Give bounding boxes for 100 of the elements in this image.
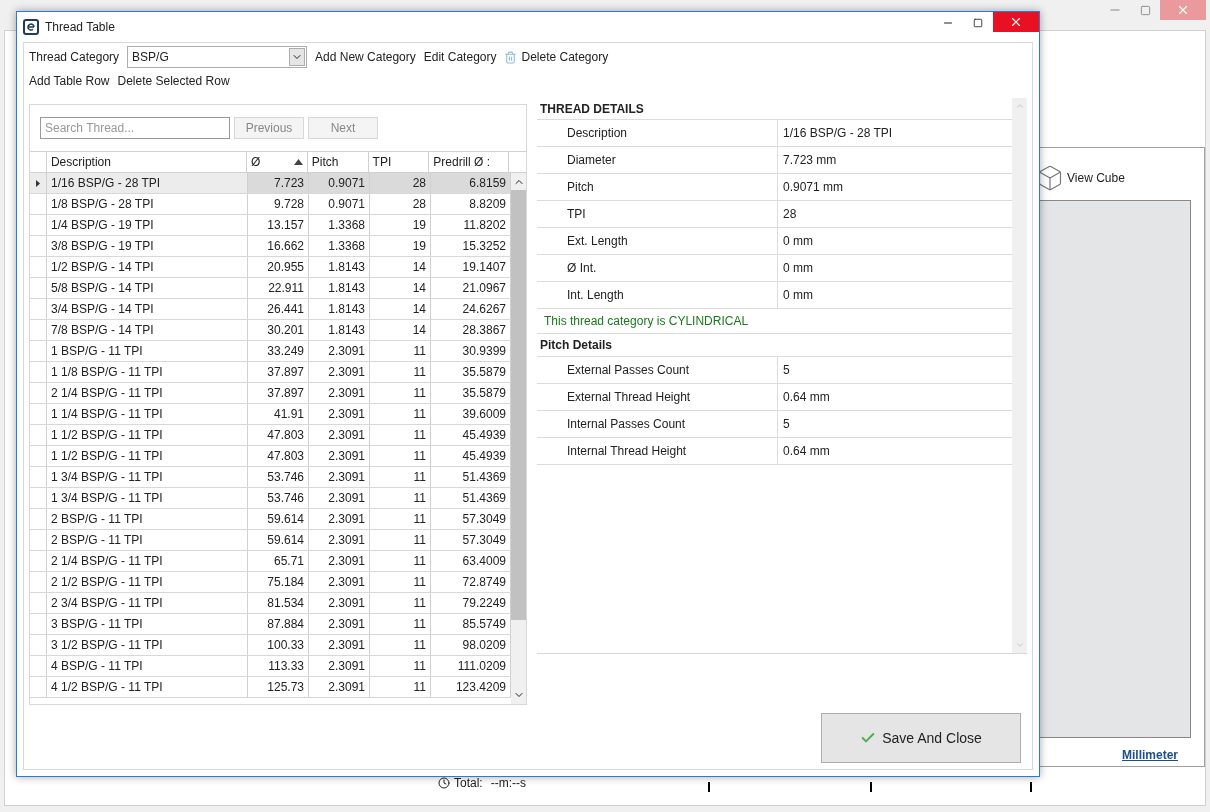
table-cell: 19 xyxy=(370,215,431,235)
table-row[interactable]: 2 1/2 BSP/G - 11 TPI 75.184 2.3091 11 72.8749 xyxy=(30,572,511,593)
table-cell: 13.157 xyxy=(248,215,309,235)
table-row[interactable]: 7/8 BSP/G - 14 TPI 30.201 1.8143 14 28.3867 xyxy=(30,320,511,341)
property-label: Int. Length xyxy=(537,282,778,308)
table-row[interactable]: 4 1/2 BSP/G - 11 TPI 125.73 2.3091 11 123.4209 xyxy=(30,677,511,698)
table-cell: 2.3091 xyxy=(309,383,370,403)
table-cell: 2.3091 xyxy=(309,425,370,445)
table-cell: 2 1/2 BSP/G - 11 TPI xyxy=(47,572,248,592)
search-field[interactable]: Search Thread... xyxy=(40,117,230,139)
table-row[interactable]: 2 1/4 BSP/G - 11 TPI 37.897 2.3091 11 35.5879 xyxy=(30,383,511,404)
category-dropdown[interactable]: BSP/G xyxy=(127,46,308,68)
table-row[interactable]: 1 1/2 BSP/G - 11 TPI 47.803 2.3091 11 45.4939 xyxy=(30,446,511,467)
vertical-scrollbar[interactable] xyxy=(511,173,526,704)
table-row[interactable]: 1 3/4 BSP/G - 11 TPI 53.746 2.3091 11 51.4369 xyxy=(30,467,511,488)
table-row[interactable]: 1/2 BSP/G - 14 TPI 20.955 1.8143 14 19.1407 xyxy=(30,257,511,278)
table-cell: 28 xyxy=(370,173,431,193)
table-cell: 59.614 xyxy=(248,530,309,550)
table-cell: 11 xyxy=(370,530,431,550)
table-cell: 2.3091 xyxy=(309,551,370,571)
window-title: Thread Table xyxy=(45,19,115,36)
table-cell: 1.8143 xyxy=(309,299,370,319)
table-row[interactable]: 1 BSP/G - 11 TPI 33.249 2.3091 11 30.9399 xyxy=(30,341,511,362)
delete-row-button[interactable]: Delete Selected Row xyxy=(117,72,230,90)
table-cell: 7.723 xyxy=(248,173,309,193)
column-header[interactable]: TPI xyxy=(368,152,430,172)
table-cell: 11 xyxy=(370,425,431,445)
property-value: 0.64 mm xyxy=(782,389,831,406)
table-cell: 11 xyxy=(370,467,431,487)
table-cell: 2.3091 xyxy=(309,404,370,424)
table-cell: 59.614 xyxy=(248,509,309,529)
tick-mark xyxy=(708,782,710,792)
table-cell: 2.3091 xyxy=(309,635,370,655)
tick-mark xyxy=(1030,782,1032,792)
table-cell: 1 BSP/G - 11 TPI xyxy=(47,341,248,361)
table-cell: 125.73 xyxy=(248,677,309,697)
column-header[interactable]: Description xyxy=(46,152,248,172)
table-row[interactable]: 3 1/2 BSP/G - 11 TPI 100.33 2.3091 11 98.0209 xyxy=(30,635,511,656)
table-cell: 11 xyxy=(370,551,431,571)
table-cell: 2 BSP/G - 11 TPI xyxy=(47,509,248,529)
maximize-icon xyxy=(973,18,983,28)
table-cell: 1.3368 xyxy=(309,215,370,235)
table-cell: 2.3091 xyxy=(309,572,370,592)
column-header[interactable]: Ø xyxy=(247,152,308,172)
table-row[interactable]: 1/4 BSP/G - 19 TPI 13.157 1.3368 19 11.8202 xyxy=(30,215,511,236)
save-and-close-button[interactable]: Save And Close xyxy=(821,713,1021,763)
table-cell: 2.3091 xyxy=(309,488,370,508)
vertical-scrollbar[interactable] xyxy=(1012,98,1027,653)
unit-link[interactable]: Millimeter xyxy=(1122,746,1178,764)
table-row[interactable]: 2 BSP/G - 11 TPI 59.614 2.3091 11 57.3049 xyxy=(30,530,511,551)
category-label: Thread Category xyxy=(29,49,120,66)
property-label: Pitch xyxy=(537,174,778,200)
table-row[interactable]: 3/4 BSP/G - 14 TPI 26.441 1.8143 14 24.6267 xyxy=(30,299,511,320)
table-cell: 1/8 BSP/G - 28 TPI xyxy=(47,194,248,214)
table-cell: 1.8143 xyxy=(309,278,370,298)
add-category-button[interactable]: Add New Category xyxy=(315,48,416,66)
app-logo-icon xyxy=(23,19,39,35)
column-header[interactable]: Pitch xyxy=(307,152,369,172)
table-row[interactable]: 4 BSP/G - 11 TPI 113.33 2.3091 11 111.0209 xyxy=(30,656,511,677)
table-cell: 11 xyxy=(370,635,431,655)
property-value: 0 mm xyxy=(782,233,814,250)
table-row[interactable]: 1 1/2 BSP/G - 11 TPI 47.803 2.3091 11 45.4939 xyxy=(30,425,511,446)
table-row[interactable]: 2 3/4 BSP/G - 11 TPI 81.534 2.3091 11 79.2249 xyxy=(30,593,511,614)
table-cell: 26.441 xyxy=(248,299,309,319)
edit-category-button[interactable]: Edit Category xyxy=(423,48,497,66)
row-pointer-icon xyxy=(36,179,40,187)
close-button[interactable] xyxy=(1160,0,1206,20)
table-cell: 2.3091 xyxy=(309,530,370,550)
table-cell: 11 xyxy=(370,509,431,529)
add-row-button[interactable]: Add Table Row xyxy=(29,72,110,90)
table-cell: 2.3091 xyxy=(309,614,370,634)
table-cell: 11 xyxy=(370,656,431,676)
column-header[interactable]: Predrill Ø : xyxy=(429,152,509,172)
table-cell: 33.249 xyxy=(248,341,309,361)
delete-category-button[interactable]: Delete Category xyxy=(521,48,609,66)
table-row[interactable]: 5/8 BSP/G - 14 TPI 22.911 1.8143 14 21.0967 xyxy=(30,278,511,299)
table-cell: 2.3091 xyxy=(309,656,370,676)
table-row[interactable]: 1/8 BSP/G - 28 TPI 9.728 0.9071 28 8.8209 xyxy=(30,194,511,215)
view-cube-label[interactable]: View Cube xyxy=(1067,169,1125,187)
table-cell: 53.746 xyxy=(248,488,309,508)
table-cell: 11 xyxy=(370,362,431,382)
table-row[interactable]: 1 1/4 BSP/G - 11 TPI 41.91 2.3091 11 39.6009 xyxy=(30,404,511,425)
table-cell: 11 xyxy=(370,488,431,508)
table-row[interactable]: 2 BSP/G - 11 TPI 59.614 2.3091 11 57.3049 xyxy=(30,509,511,530)
property-value: 0.64 mm xyxy=(782,443,831,460)
table-cell: 2.3091 xyxy=(309,467,370,487)
table-cell: 2.3091 xyxy=(309,677,370,697)
table-row[interactable]: 3 BSP/G - 11 TPI 87.884 2.3091 11 85.5749 xyxy=(30,614,511,635)
table-cell: 1 1/8 BSP/G - 11 TPI xyxy=(47,362,248,382)
table-cell: 0.9071 xyxy=(309,173,370,193)
table-row[interactable]: 2 1/4 BSP/G - 11 TPI 65.71 2.3091 11 63.4009 xyxy=(30,551,511,572)
table-cell: 20.955 xyxy=(248,257,309,277)
scroll-thumb[interactable] xyxy=(511,190,526,620)
table-row[interactable]: 1/16 BSP/G - 28 TPI 7.723 0.9071 28 6.8159 xyxy=(30,173,511,194)
table-row[interactable]: 3/8 BSP/G - 19 TPI 16.662 1.3368 19 15.3252 xyxy=(30,236,511,257)
table-row[interactable]: 1 3/4 BSP/G - 11 TPI 53.746 2.3091 11 51.4369 xyxy=(30,488,511,509)
property-label: Description xyxy=(537,120,778,146)
table-cell: 22.911 xyxy=(248,278,309,298)
table-cell: 14 xyxy=(370,278,431,298)
table-row[interactable]: 1 1/8 BSP/G - 11 TPI 37.897 2.3091 11 35.5879 xyxy=(30,362,511,383)
